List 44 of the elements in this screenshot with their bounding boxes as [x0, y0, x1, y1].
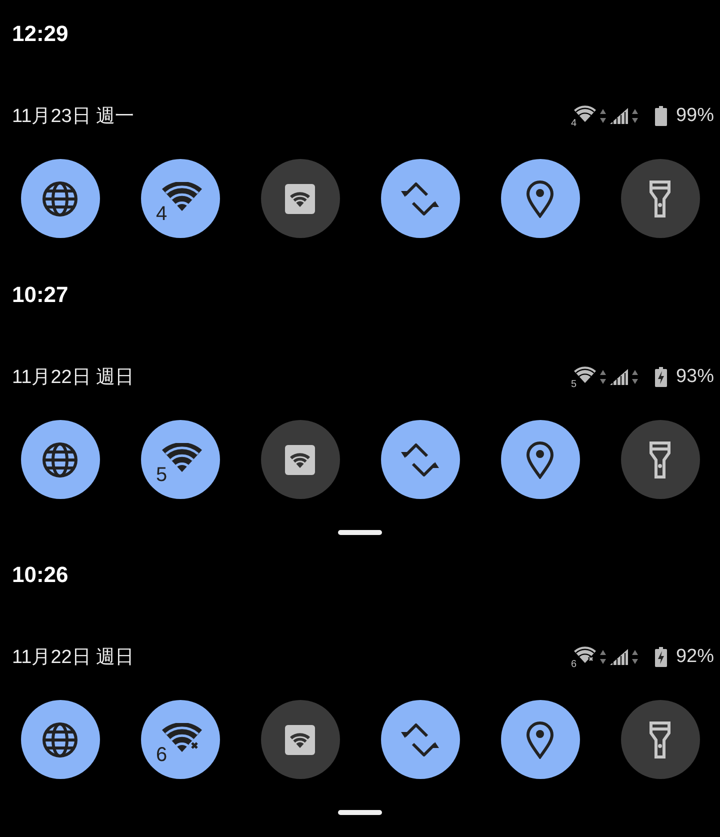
drag-handle[interactable] — [338, 810, 382, 815]
sync-icon — [400, 442, 440, 478]
wifi-generation-label: 4 — [570, 119, 577, 129]
cell-signal-icon — [608, 368, 629, 386]
wifi-tile[interactable]: 4 — [140, 159, 220, 238]
battery-percentage: 93% — [676, 366, 714, 388]
battery-percentage: 99% — [676, 105, 714, 127]
cell-signal-icon — [608, 107, 629, 125]
hotspot-icon — [284, 182, 316, 214]
wifi-generation-label: 4 — [156, 204, 168, 224]
flashlight-icon — [649, 720, 671, 758]
flashlight-icon — [649, 440, 671, 478]
wifi-generation-label: 6 — [570, 660, 577, 670]
data-activity-icon — [632, 369, 638, 385]
drag-handle[interactable] — [338, 530, 382, 535]
data-activity-icon — [632, 108, 638, 124]
battery-percentage: 92% — [676, 646, 714, 668]
data-activity-icon — [632, 649, 638, 665]
location-pin-icon — [526, 720, 554, 758]
wifi-tile[interactable]: 6 — [140, 700, 220, 779]
sync-icon — [400, 722, 440, 758]
flashlight-icon — [649, 180, 671, 218]
date-text: 11月22日 週日 — [12, 646, 134, 670]
data-activity-icon — [600, 108, 606, 124]
location-pin-icon — [526, 180, 554, 218]
globe-icon — [42, 442, 78, 478]
clock-time: 12:29 — [12, 20, 70, 48]
data-activity-icon — [600, 649, 606, 665]
hotspot-icon — [284, 444, 316, 476]
globe-icon — [42, 722, 78, 758]
wifi-generation-label: 6 — [156, 744, 168, 764]
date-text: 11月23日 週一 — [12, 105, 134, 129]
wifi-generation-label: 5 — [156, 464, 168, 484]
globe-icon — [42, 180, 78, 216]
cell-signal-icon — [608, 648, 629, 666]
clock-time: 10:27 — [12, 281, 70, 309]
sync-icon — [400, 180, 440, 216]
clock-time: 10:26 — [12, 561, 70, 589]
data-activity-icon — [600, 369, 606, 385]
wifi-tile[interactable]: 5 — [140, 420, 220, 499]
hotspot-icon — [284, 724, 316, 756]
location-pin-icon — [526, 440, 554, 478]
wifi-generation-label: 5 — [570, 380, 577, 390]
date-text: 11月22日 週日 — [12, 366, 134, 390]
